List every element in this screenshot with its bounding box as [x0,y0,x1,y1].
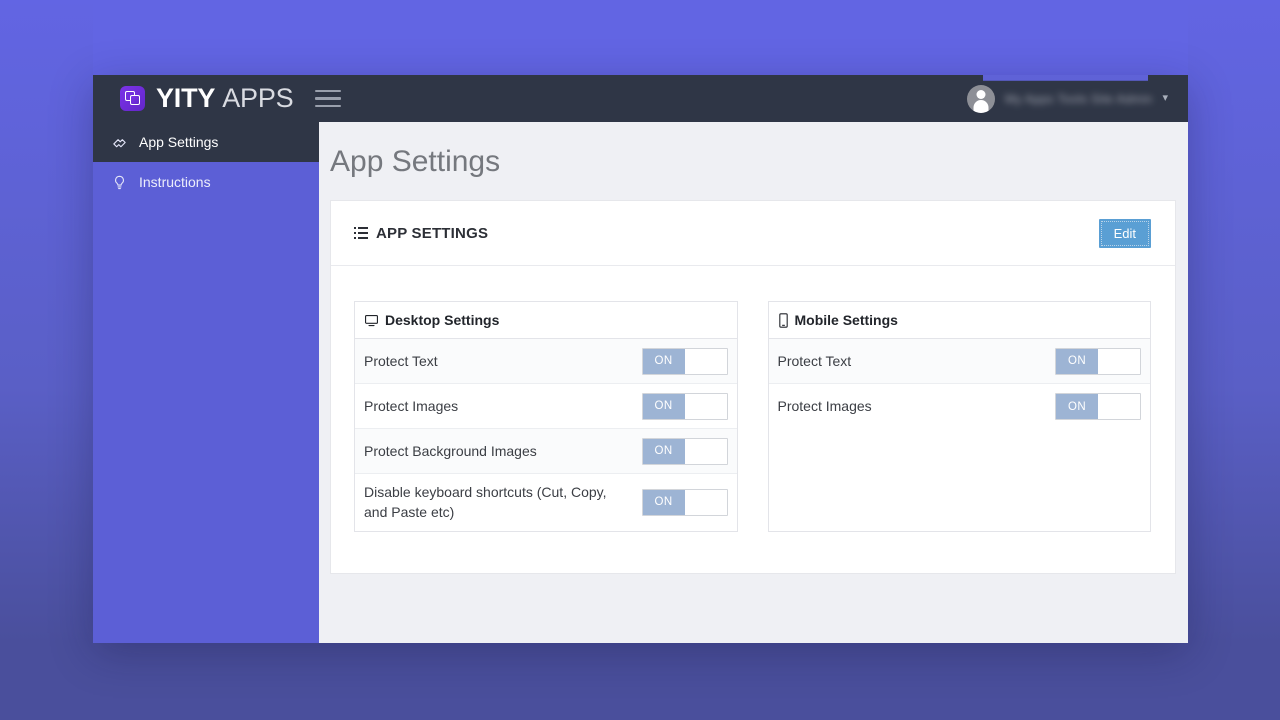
toggle-knob [1098,394,1140,419]
panel-mobile-settings: Mobile Settings Protect Text ON Protect … [767,301,1151,532]
top-navbar: YITY APPS My Apps Tools Site Admin ▾ [93,75,1188,130]
setting-row: Protect Text ON [355,339,737,384]
setting-row: Protect Images ON [355,384,737,429]
toggle-protect-text-mobile[interactable]: ON [1055,347,1141,375]
toggle-knob [684,393,727,419]
desktop-icon [364,313,379,328]
brand-name-light: APPS [222,83,294,113]
user-menu-label: My Apps Tools Site Admin [1005,91,1153,106]
setting-label: Protect Background Images [364,442,537,459]
mobile-icon [778,312,789,328]
toggle-protect-background-images-desktop[interactable]: ON [641,437,728,465]
toggle-on-label: ON [1056,394,1098,419]
setting-label: Protect Images [777,398,872,415]
toggle-disable-keyboard-shortcuts-desktop[interactable]: ON [641,488,728,516]
puzzle-icon [111,134,133,151]
page-title: App Settings [330,145,501,178]
lightbulb-icon [111,174,133,191]
backdrop-bottom [0,643,1280,720]
sidebar-item-label: Instructions [139,174,211,190]
setting-label: Disable keyboard shortcuts (Cut, Copy, a… [364,484,607,521]
panel-desktop-settings: Desktop Settings Protect Text ON Protect… [354,301,738,532]
user-avatar-icon[interactable] [967,84,996,113]
brand-name-strong: YITY [156,83,216,113]
user-menu[interactable]: My Apps Tools Site Admin ▾ [1005,75,1168,122]
panel-title: Mobile Settings [794,312,898,328]
toggle-knob [1098,348,1140,374]
backdrop-right [1188,0,1280,643]
brand-wordmark: YITY APPS [156,83,294,113]
chevron-down-icon: ▾ [1162,92,1168,104]
toggle-knob [684,348,727,374]
sidebar: App Settings Instructions [93,122,319,643]
app-settings-card: APP SETTINGS Edit Desktop Settings Prote… [330,200,1176,574]
toggle-protect-images-desktop[interactable]: ON [641,392,728,420]
panel-title: Desktop Settings [385,312,500,328]
settings-panels: Desktop Settings Protect Text ON Protect… [331,266,1175,532]
brand-logo-link[interactable]: YITY APPS [120,75,294,122]
setting-row: Protect Background Images ON [355,429,737,474]
toggle-on-label: ON [1056,348,1098,374]
setting-row: Protect Text ON [768,339,1150,384]
toggle-knob [684,489,727,515]
card-header-title: APP SETTINGS [376,224,489,242]
toggle-knob [684,438,727,464]
toggle-protect-images-mobile[interactable]: ON [1055,393,1141,420]
toggle-on-label: ON [642,348,685,374]
setting-label: Protect Text [777,352,852,369]
list-icon [354,227,368,239]
toggle-on-label: ON [642,438,685,464]
card-header-title-group: APP SETTINGS [354,225,488,242]
setting-row: Disable keyboard shortcuts (Cut, Copy, a… [355,474,737,531]
sidebar-item-label: App Settings [139,134,219,150]
sidebar-item-instructions[interactable]: Instructions [93,162,319,202]
card-header: APP SETTINGS Edit [331,201,1175,266]
sidebar-item-app-settings[interactable]: App Settings [93,122,319,162]
hamburger-icon[interactable] [315,86,342,112]
toggle-on-label: ON [642,489,685,515]
overlapping-squares-icon [120,86,145,111]
backdrop-top [0,0,1280,78]
navbar-right: My Apps Tools Site Admin ▾ [967,75,1188,122]
setting-label: Protect Images [364,397,459,414]
app-window: YITY APPS My Apps Tools Site Admin ▾ App … [93,75,1188,643]
toggle-protect-text-desktop[interactable]: ON [641,347,728,375]
setting-label: Protect Text [364,352,438,369]
main-content: App Settings APP SETTINGS Edit Desktop S… [319,122,1188,643]
panel-header-desktop: Desktop Settings [355,302,737,339]
edit-button[interactable]: Edit [1098,218,1151,248]
toggle-on-label: ON [642,393,685,419]
panel-header-mobile: Mobile Settings [768,302,1150,339]
backdrop-left [0,0,93,643]
setting-row: Protect Images ON [768,384,1150,429]
